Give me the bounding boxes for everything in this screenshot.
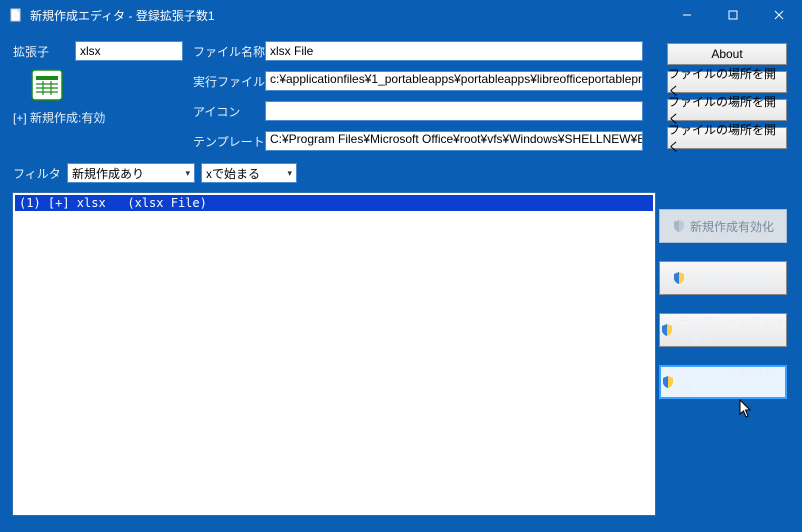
- right-button-column: About ファイルの場所を開く ファイルの場所を開く ファイルの場所を開く: [667, 43, 787, 149]
- extension-listbox[interactable]: (1) [+] xlsx (xlsx File): [13, 193, 655, 515]
- client-area: About ファイルの場所を開く ファイルの場所を開く ファイルの場所を開く 拡…: [1, 31, 801, 531]
- filename-input[interactable]: [265, 41, 643, 61]
- extension-input[interactable]: [75, 41, 183, 61]
- filename-label: ファイル名称: [193, 43, 259, 60]
- shield-icon: [672, 271, 686, 285]
- open-template-location-button[interactable]: ファイルの場所を開く: [667, 127, 787, 149]
- app-window: 新規作成エディタ - 登録拡張子数1 About ファイルの場所を開く ファイル…: [0, 0, 802, 532]
- fields-column: ファイル名称 実行ファイル c:¥applicationfiles¥1_port…: [193, 41, 649, 155]
- open-exec-location-button[interactable]: ファイルの場所を開く: [667, 71, 787, 93]
- mouse-cursor-icon: [739, 399, 753, 419]
- icon-label: アイコン: [193, 103, 259, 120]
- enable-new-button: 新規作成有効化: [659, 209, 787, 243]
- filetype-icon: [29, 67, 65, 103]
- disable-new-button[interactable]: 新規作成無効化: [659, 261, 787, 295]
- template-input[interactable]: C:¥Program Files¥Microsoft Office¥root¥v…: [265, 131, 643, 151]
- select-template-button[interactable]: テンプレートファイル選択: [659, 313, 787, 347]
- shield-icon: [660, 323, 674, 337]
- filter-combo-value: 新規作成あり: [72, 165, 144, 182]
- chevron-down-icon: ▾: [185, 168, 190, 179]
- rename-file-label: ファイル名称の変更: [679, 365, 785, 399]
- startswith-combo[interactable]: xで始まる ▾: [201, 163, 297, 183]
- close-button[interactable]: [756, 0, 802, 30]
- filter-combo[interactable]: 新規作成あり ▾: [67, 163, 195, 183]
- app-icon-small: [8, 7, 24, 23]
- list-item[interactable]: (1) [+] xlsx (xlsx File): [15, 195, 653, 211]
- filter-label: フィルタ: [13, 165, 61, 182]
- about-button[interactable]: About: [667, 43, 787, 65]
- window-title: 新規作成エディタ - 登録拡張子数1: [30, 7, 664, 24]
- minimize-button[interactable]: [664, 0, 710, 30]
- executable-input[interactable]: c:¥applicationfiles¥1_portableapps¥porta…: [265, 71, 643, 91]
- shield-icon: [672, 219, 686, 233]
- startswith-combo-value: xで始まる: [206, 165, 260, 182]
- chevron-down-icon: ▾: [287, 168, 292, 179]
- open-icon-location-button[interactable]: ファイルの場所を開く: [667, 99, 787, 121]
- filter-row: フィルタ 新規作成あり ▾ xで始まる ▾: [13, 163, 789, 183]
- left-column: 拡張子 [+] 新規作成:有効: [13, 41, 193, 155]
- disable-new-label: 新規作成無効化: [690, 270, 774, 287]
- window-controls: [664, 0, 802, 30]
- template-label: テンプレート: [193, 133, 259, 150]
- icon-input[interactable]: [265, 101, 643, 121]
- titlebar[interactable]: 新規作成エディタ - 登録拡張子数1: [0, 0, 802, 30]
- rename-file-button[interactable]: ファイル名称の変更: [659, 365, 787, 399]
- executable-label: 実行ファイル: [193, 73, 259, 90]
- extension-label: 拡張子: [13, 43, 69, 60]
- side-buttons: 新規作成有効化 新規作成無効化 テンプレートファイル選択 ファイル名称の変更: [659, 209, 787, 399]
- new-create-status-label: [+] 新規作成:有効: [13, 109, 193, 126]
- shield-icon: [661, 375, 675, 389]
- enable-new-label: 新規作成有効化: [690, 218, 774, 235]
- select-template-label: テンプレートファイル選択: [678, 313, 786, 347]
- maximize-button[interactable]: [710, 0, 756, 30]
